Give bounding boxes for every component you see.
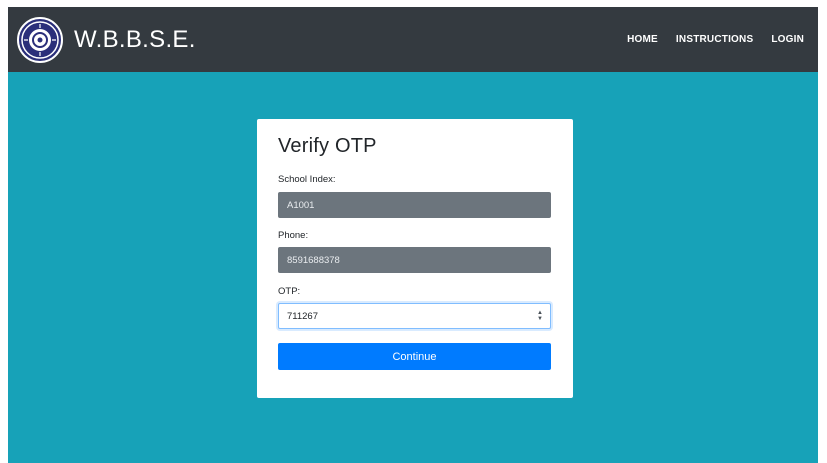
nav-links: HOME INSTRUCTIONS LOGIN [609, 7, 804, 72]
school-index-field: A1001 [278, 192, 551, 218]
brand[interactable]: W.B.B.S.E. [17, 14, 196, 66]
phone-value: 8591688378 [287, 254, 340, 266]
stepper-down-icon[interactable]: ▼ [537, 316, 543, 322]
phone-label: Phone: [278, 230, 309, 241]
phone-field: 8591688378 [278, 247, 551, 273]
otp-input[interactable]: 711267 ▲ ▼ [278, 303, 551, 329]
verify-otp-card: Verify OTP School Index: A1001 Phone: 85… [257, 119, 573, 398]
school-index-value: A1001 [287, 199, 315, 211]
continue-button[interactable]: Continue [278, 343, 551, 370]
school-index-label: School Index: [278, 174, 336, 185]
nav-home[interactable]: HOME [627, 34, 658, 45]
otp-label: OTP: [278, 286, 301, 297]
app-frame: W.B.B.S.E. HOME INSTRUCTIONS LOGIN Verif… [8, 7, 818, 463]
number-stepper[interactable]: ▲ ▼ [536, 310, 544, 322]
card-title: Verify OTP [278, 135, 377, 157]
wbbse-seal-icon [17, 17, 63, 63]
nav-instructions[interactable]: INSTRUCTIONS [676, 34, 753, 45]
navbar: W.B.B.S.E. HOME INSTRUCTIONS LOGIN [8, 7, 818, 72]
brand-title: W.B.B.S.E. [74, 26, 196, 53]
otp-value: 711267 [287, 310, 318, 322]
nav-login[interactable]: LOGIN [771, 34, 804, 45]
